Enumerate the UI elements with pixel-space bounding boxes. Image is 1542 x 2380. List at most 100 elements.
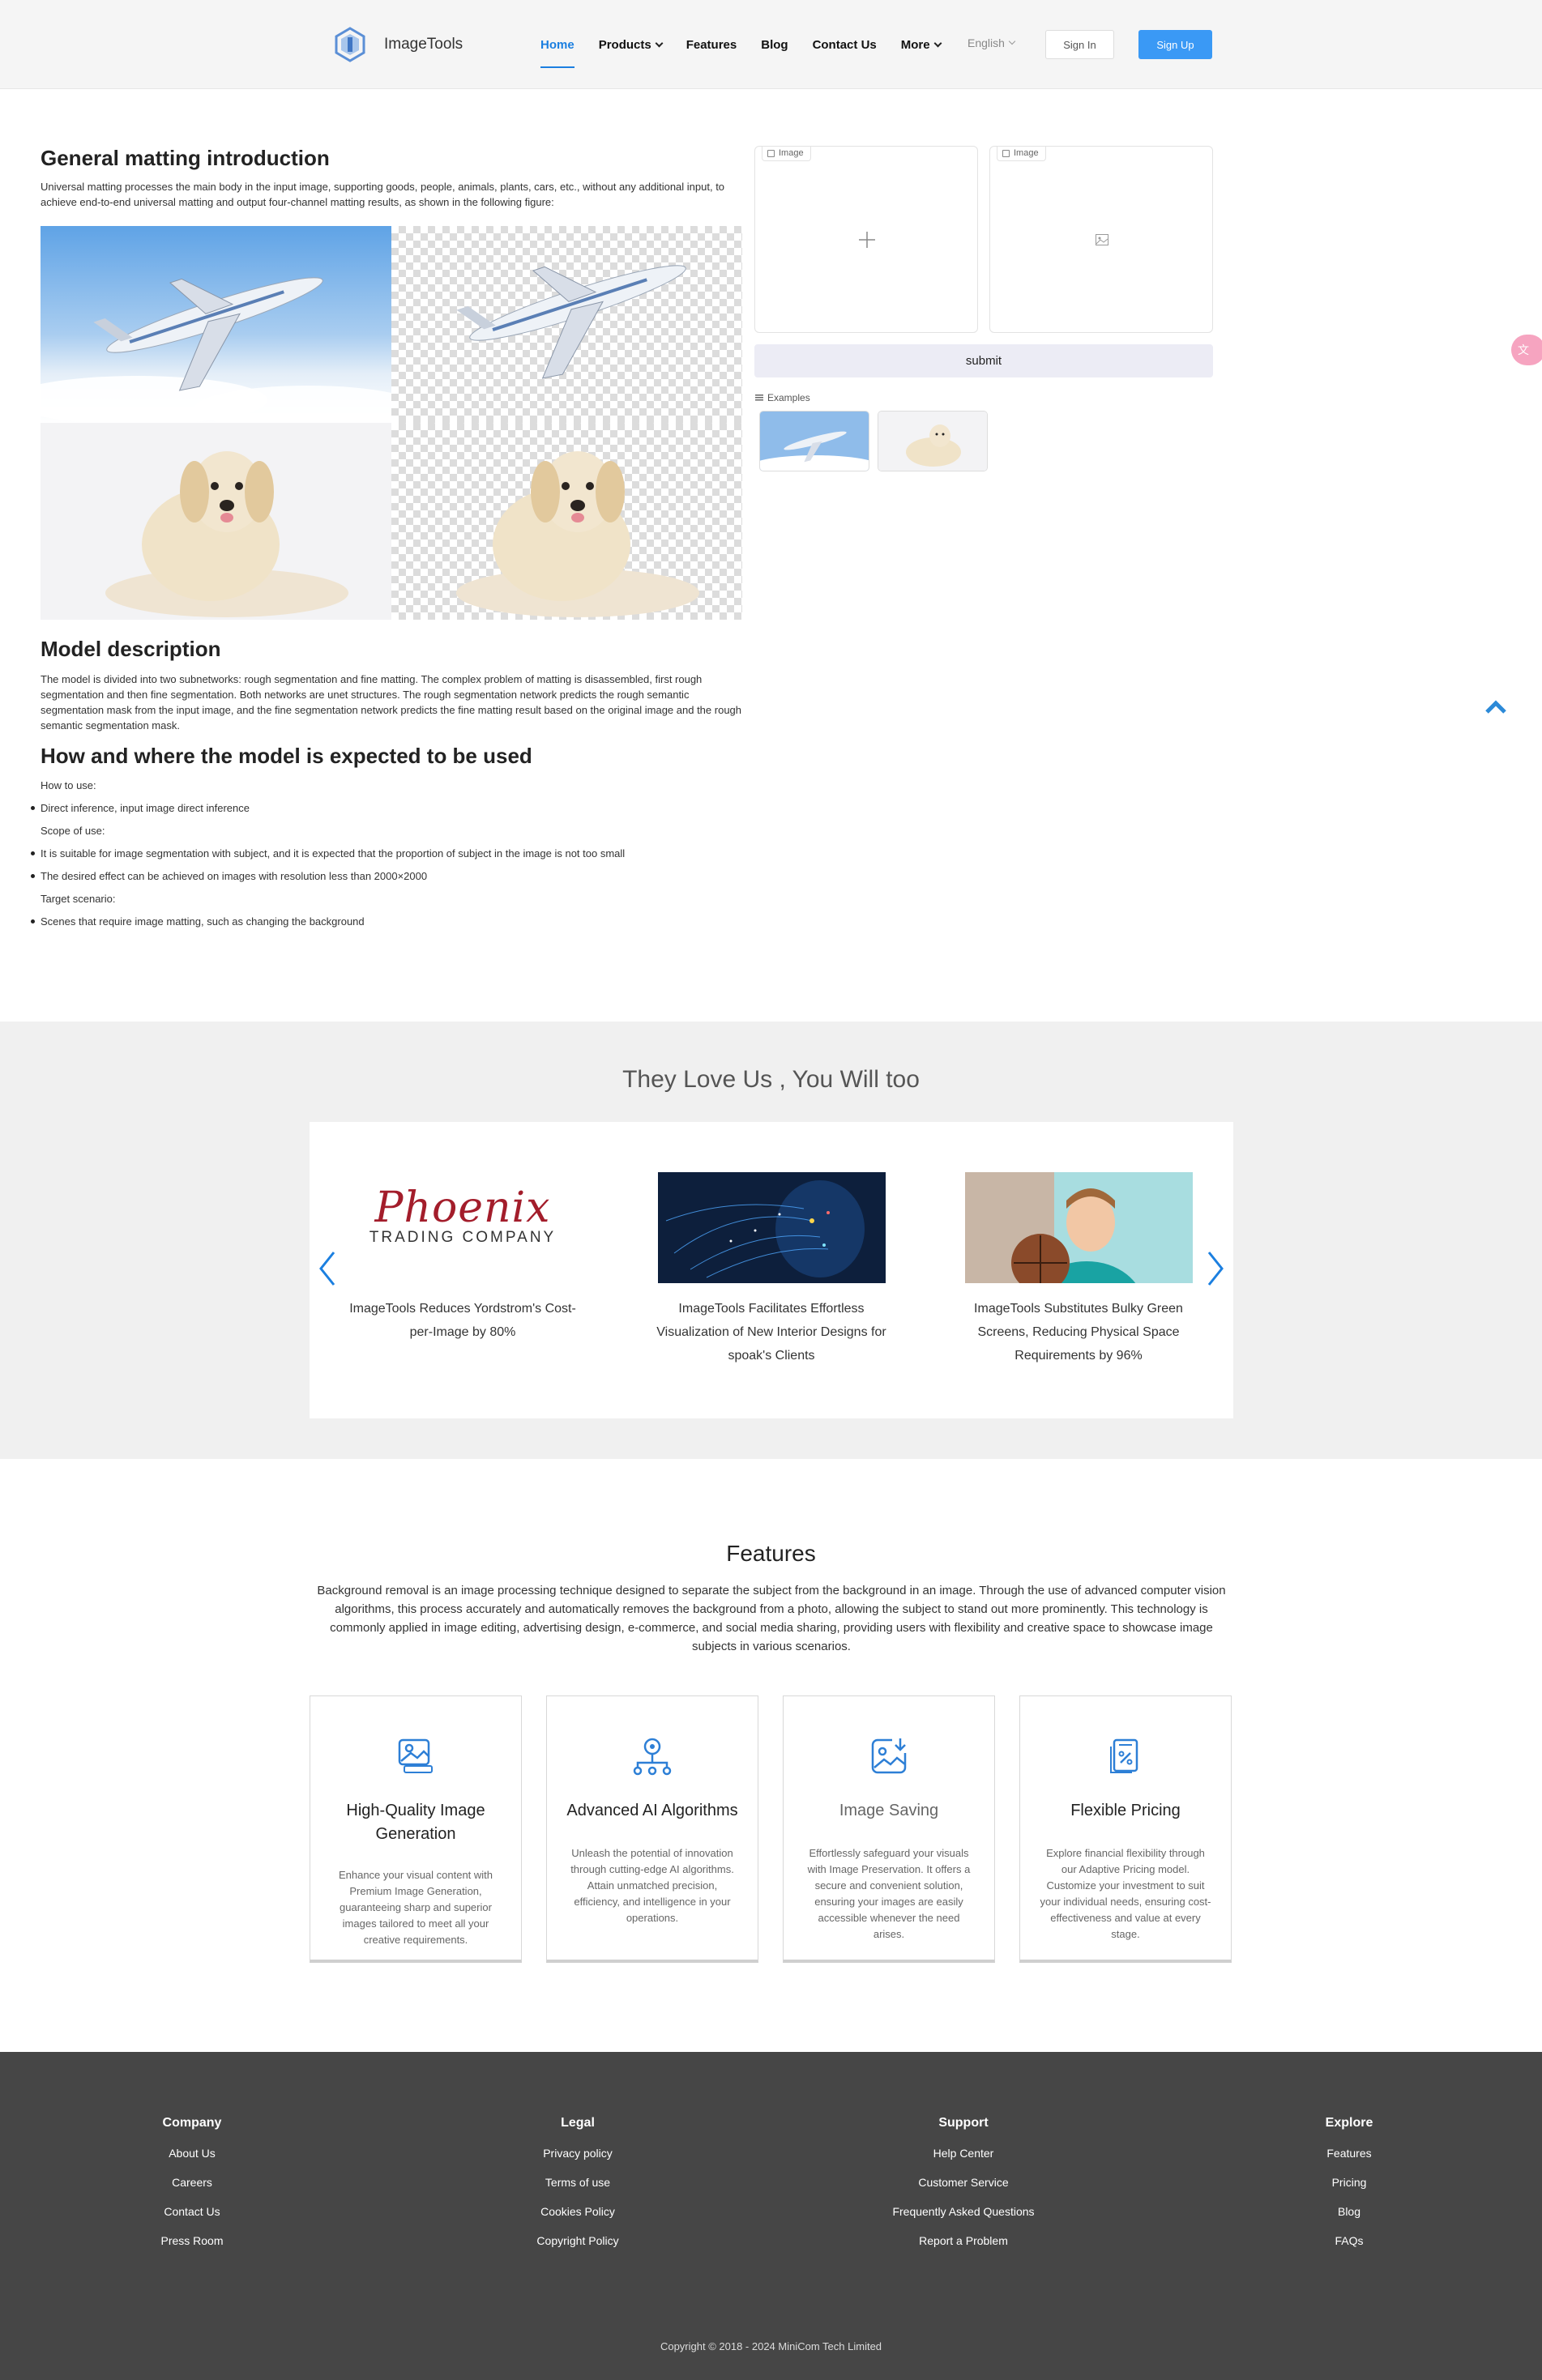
footer-link[interactable]: Press Room (70, 2234, 314, 2247)
footer-heading: Company (162, 2116, 222, 2130)
testimonials-title: They Love Us , You Will too (622, 1066, 920, 1093)
list-icon (755, 395, 763, 401)
testimonial-card[interactable]: ImageTools Substitutes Bulky Green Scree… (957, 1172, 1200, 1367)
footer-link[interactable]: About Us (70, 2147, 314, 2160)
nav-home[interactable]: Home (540, 0, 575, 89)
chevron-down-icon (655, 39, 664, 47)
features-description: Background removal is an image processin… (317, 1584, 1226, 1653)
back-to-top-icon[interactable] (1484, 698, 1507, 714)
matting-demo-figure (41, 226, 742, 620)
footer-link[interactable]: Privacy policy (456, 2147, 699, 2160)
testimonial-card[interactable]: ImageTools Facilitates Effortless Visual… (650, 1172, 893, 1367)
image-input-label: Image (762, 147, 811, 161)
nav-more[interactable]: More (901, 0, 942, 89)
feature-text: Explore financial flexibility through ou… (1040, 1847, 1211, 1940)
footer-heading: Support (938, 2116, 989, 2130)
nav-blog[interactable]: Blog (761, 0, 788, 89)
footer-column-support: Support Help Center Customer Service Fre… (842, 2116, 1085, 2247)
intro-title: General matting introduction (41, 146, 330, 170)
footer-link[interactable]: Blog (1228, 2205, 1471, 2218)
footer-link[interactable]: FAQs (1228, 2234, 1471, 2247)
image-placeholder-icon (1096, 234, 1108, 245)
footer-link[interactable]: Features (1228, 2147, 1471, 2160)
testimonial-card[interactable]: Phoenix TRADING COMPANY ImageTools Reduc… (341, 1172, 584, 1344)
language-select[interactable]: English (967, 36, 1016, 49)
footer-link[interactable]: Help Center (842, 2147, 1085, 2160)
features-title: Features (726, 1541, 816, 1566)
scope-label: Scope of use: (41, 825, 105, 837)
footer-link[interactable]: Pricing (1228, 2176, 1471, 2189)
testimonial-text: ImageTools Facilitates Effortless Visual… (656, 1302, 886, 1363)
list-item: Scenes that require image matting, such … (31, 915, 742, 928)
translate-widget[interactable]: 文 (1511, 335, 1542, 365)
submit-button[interactable]: submit (754, 344, 1213, 377)
feature-card: High-Quality Image Generation Enhance yo… (310, 1695, 522, 1963)
nav-products[interactable]: Products (599, 0, 664, 89)
example-airplane-thumbnail[interactable] (759, 411, 869, 471)
model-title: Model description (41, 637, 221, 661)
airplane-matting-result (391, 226, 742, 423)
image-quality-icon (398, 1738, 433, 1773)
image-icon (1002, 150, 1010, 157)
list-item: Direct inference, input image direct inf… (31, 802, 742, 814)
list-item: The desired effect can be achieved on im… (31, 870, 742, 882)
feature-title: Image Saving (839, 1802, 939, 1819)
footer-link[interactable]: Terms of use (456, 2176, 699, 2189)
list-item: It is suitable for image segmentation wi… (31, 847, 742, 859)
footer-link[interactable]: Contact Us (70, 2205, 314, 2218)
ai-brain-image (657, 1172, 886, 1283)
examples-header: Examples (755, 392, 810, 403)
sign-in-button[interactable]: Sign In (1045, 30, 1114, 59)
testimonial-text: ImageTools Substitutes Bulky Green Scree… (974, 1302, 1183, 1363)
feature-title: Flexible Pricing (1070, 1802, 1181, 1819)
image-upload-dropzone[interactable]: Image (754, 146, 978, 333)
footer-heading: Explore (1325, 2116, 1373, 2130)
footer-link[interactable]: Customer Service (842, 2176, 1085, 2189)
footer-column-company: Company About Us Careers Contact Us Pres… (70, 2116, 314, 2247)
sign-up-button[interactable]: Sign Up (1138, 30, 1212, 59)
footer-link[interactable]: Cookies Policy (456, 2205, 699, 2218)
carousel-prev-arrow-icon[interactable] (318, 1251, 337, 1286)
feature-card: Advanced AI Algorithms Unleash the poten… (546, 1695, 758, 1963)
logo-icon (335, 27, 365, 62)
intro-text: Universal matting processes the main bod… (41, 181, 725, 208)
ai-network-icon (633, 1738, 672, 1776)
carousel-next-arrow-icon[interactable] (1206, 1251, 1225, 1286)
footer-link[interactable]: Report a Problem (842, 2234, 1085, 2247)
logo[interactable]: ImageTools (332, 27, 463, 62)
feature-card: Flexible Pricing Explore financial flexi… (1019, 1695, 1232, 1963)
testimonial-text: ImageTools Reduces Yordstrom's Cost-per-… (349, 1302, 576, 1339)
nav-contact[interactable]: Contact Us (813, 0, 877, 89)
footer-heading: Legal (561, 2116, 595, 2130)
chevron-down-icon (1008, 37, 1016, 45)
logo-text: ImageTools (384, 36, 463, 53)
main-nav: Home Products Features Blog Contact Us M… (540, 0, 965, 89)
feature-title: Advanced AI Algorithms (566, 1802, 738, 1819)
feature-card: Image Saving Effortlessly safeguard your… (783, 1695, 995, 1963)
image-output-box: Image (989, 146, 1213, 333)
dog-matting-result (391, 423, 742, 620)
feature-text: Enhance your visual content with Premium… (338, 1869, 493, 1946)
example-dog-thumbnail[interactable] (878, 411, 988, 471)
target-scenario-label: Target scenario: (41, 893, 116, 905)
feature-title: High-Quality Image Generation (346, 1802, 485, 1843)
model-text: The model is divided into two subnetwork… (41, 673, 742, 731)
footer-column-legal: Legal Privacy policy Terms of use Cookie… (456, 2116, 699, 2247)
translate-icon: 文 (1518, 344, 1529, 357)
copyright-text: Copyright © 2018 - 2024 MiniCom Tech Lim… (660, 2340, 882, 2352)
feature-text: Effortlessly safeguard your visuals with… (807, 1847, 971, 1940)
footer-link[interactable]: Frequently Asked Questions (842, 2205, 1085, 2218)
airplane-original-image (41, 226, 391, 423)
plus-icon (859, 232, 875, 248)
image-output-label: Image (997, 147, 1046, 161)
footer-column-explore: Explore Features Pricing Blog FAQs (1228, 2116, 1471, 2247)
image-save-icon (871, 1738, 907, 1774)
nav-features[interactable]: Features (686, 0, 737, 89)
image-icon (767, 150, 775, 157)
how-to-use-label: How to use: (41, 779, 96, 791)
footer-link[interactable]: Copyright Policy (456, 2234, 699, 2247)
footer-link[interactable]: Careers (70, 2176, 314, 2189)
model-description-section: Model description The model is divided i… (41, 637, 742, 733)
pricing-icon (1110, 1738, 1138, 1773)
phoenix-logo: Phoenix TRADING COMPANY (369, 1184, 557, 1246)
